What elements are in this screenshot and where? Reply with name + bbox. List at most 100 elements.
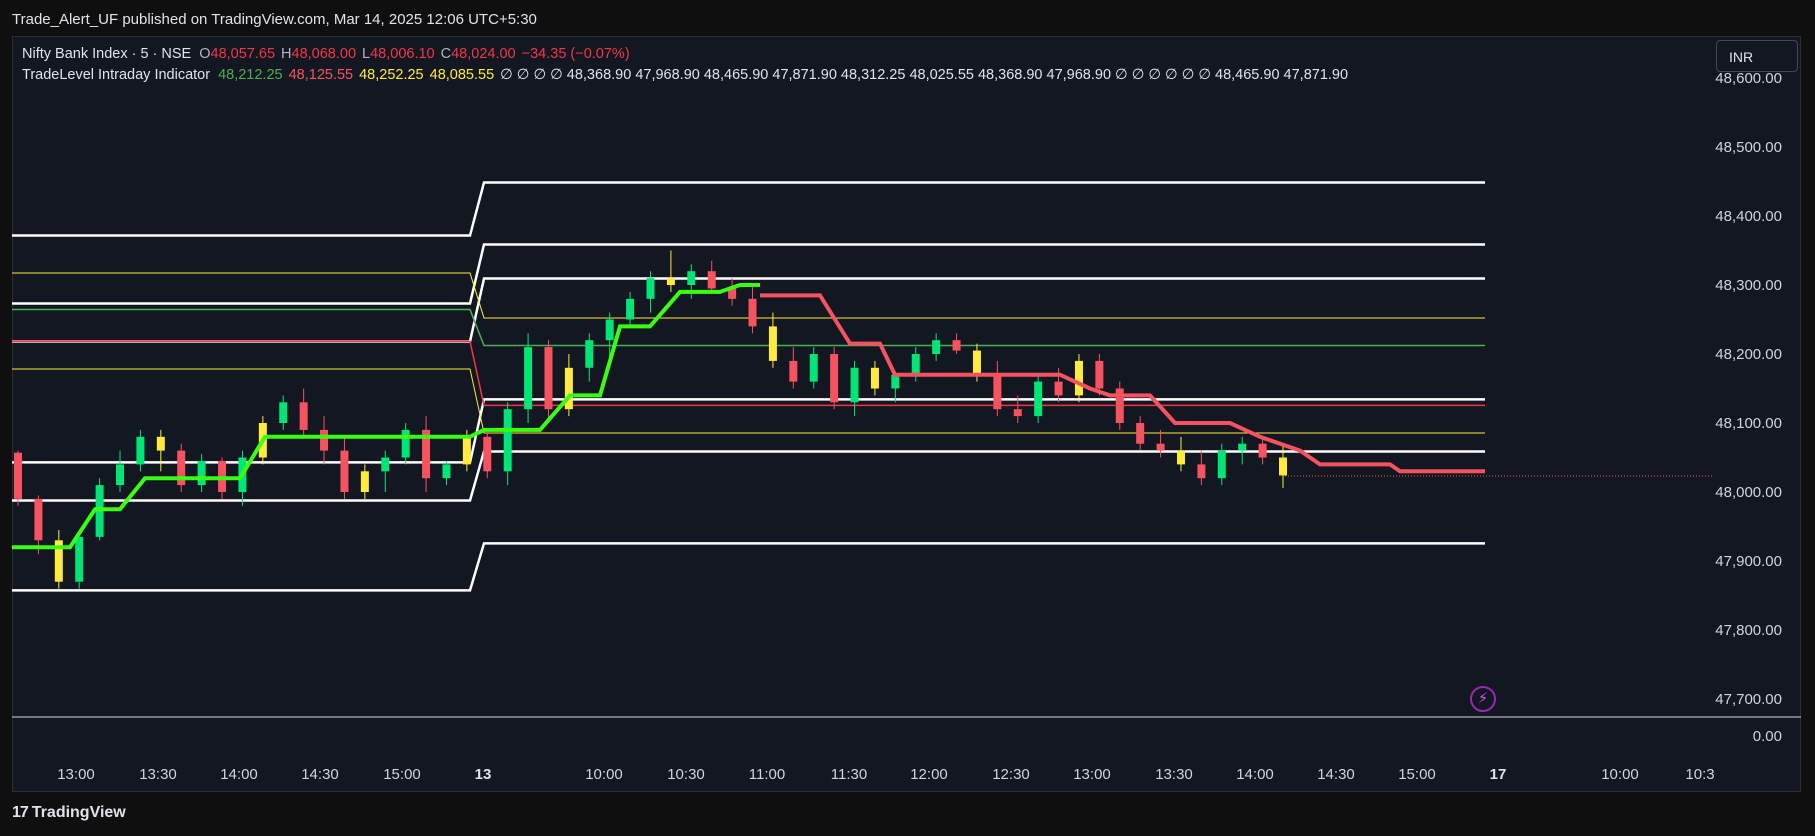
level-line [12,340,1485,407]
indicator-value-4: 48,085.55 [429,67,495,83]
candle-body [1054,381,1063,396]
close-value: 48,024.00 [451,46,516,62]
level-line [12,368,1485,434]
candle [768,312,777,368]
candle [197,454,206,492]
symbol-name[interactable]: Nifty Bank Index · 5 · NSE [22,46,191,62]
time-tick-label: 12:00 [910,766,948,783]
low-value: 48,006.10 [370,46,435,62]
candle [993,360,1002,417]
candle [177,443,186,492]
time-tick-label: 13:00 [1073,766,1111,783]
level-line [12,450,1485,502]
trail-down-line [760,293,1485,474]
candle [830,347,839,410]
candle-body [687,271,696,285]
candle [1034,374,1043,423]
candle-body [646,278,655,299]
symbol-legend[interactable]: Nifty Bank Index · 5 · NSE O48,057.65 H48,… [22,46,636,62]
candle-body [1217,450,1226,479]
candle [422,416,431,492]
candle [564,354,573,417]
price-tick-label: 47,700.00 [1715,691,1782,708]
candle [809,347,818,389]
chart-canvas[interactable]: 48,600.00 48,500.00 48,400.00 48,300.00 48,2… [0,0,1815,836]
candle [544,340,553,423]
candle [156,429,165,472]
footer [0,792,1815,836]
candle-body [1095,360,1104,389]
candle-body [952,340,961,351]
candle-body [381,457,390,472]
candle [54,529,63,589]
candle [585,333,594,382]
time-tick-label: 15:00 [1398,766,1436,783]
candle-body [1034,381,1043,417]
tradingview-logo-icon: 17 [12,804,29,821]
candle [748,285,757,334]
time-tick-label: 13 [475,766,492,783]
candle-body [911,354,920,375]
price-tick-label: 48,400.00 [1715,208,1782,225]
candle-body [789,360,798,382]
flash-icon[interactable]: ⚡ [1470,686,1496,712]
time-tick-label: 14:30 [1317,766,1355,783]
time-tick-label: 17 [1490,766,1507,783]
candle [789,347,798,389]
price-tick-label: 47,900.00 [1715,553,1782,570]
candle [932,333,941,361]
candle-body [136,436,145,465]
time-tick-label: 10:30 [667,766,705,783]
candle [952,333,961,354]
price-axis: 48,600.00 48,500.00 48,400.00 48,300.00 48,2… [1715,70,1782,745]
candle [1176,436,1185,472]
price-tick-label: 48,600.00 [1715,70,1782,87]
time-tick-label: 11:00 [749,766,785,783]
time-tick-label: 13:30 [139,766,177,783]
price-tick-label: 48,000.00 [1715,484,1782,501]
indicator-name[interactable]: TradeLevel Intraday Indicator [22,67,210,83]
level-line [12,308,1485,347]
price-tick-label: 48,100.00 [1715,415,1782,432]
candle-body [544,347,553,410]
indicator-legend[interactable]: TradeLevel Intraday Indicator 48,212.25 48… [22,67,1354,83]
time-tick-label: 14:30 [301,766,339,783]
candle-body [1074,360,1083,396]
candle-body [850,367,859,403]
candle [1258,436,1267,465]
candle [626,291,635,327]
candle-body [768,326,777,361]
candle-body [1176,450,1185,465]
time-tick-label: 15:00 [383,766,421,783]
candle-body [462,436,471,465]
candle [1074,354,1083,403]
candle-body [1013,409,1022,417]
candle-body [891,374,900,389]
high-value: 48,068.00 [291,46,357,62]
candle-body [503,409,512,472]
candle-body [870,367,879,389]
candle [524,333,533,423]
candle-body [14,452,22,499]
candle [381,450,390,492]
currency-button[interactable]: INR [1716,40,1798,72]
candle-body [748,298,757,327]
candle-body [1279,457,1287,476]
indicator-value-3: 48,252.25 [359,67,424,83]
candle-body [1238,443,1247,451]
candle-body [524,347,533,410]
candles [14,250,1287,589]
candle-body [1197,464,1206,479]
candle-body [932,340,941,354]
candle [666,250,675,292]
open-value: 48,057.65 [210,46,276,62]
candle-body [1156,443,1165,451]
time-tick-label: 12:30 [992,766,1030,783]
time-tick-label: 11:30 [831,766,867,783]
candle-body [666,278,675,285]
tradingview-brand[interactable]: 17 TradingView [12,804,126,822]
candle [1238,436,1247,465]
candle [442,460,451,486]
price-tick-label: 48,200.00 [1715,346,1782,363]
time-tick-label: 10:3 [1685,766,1714,783]
